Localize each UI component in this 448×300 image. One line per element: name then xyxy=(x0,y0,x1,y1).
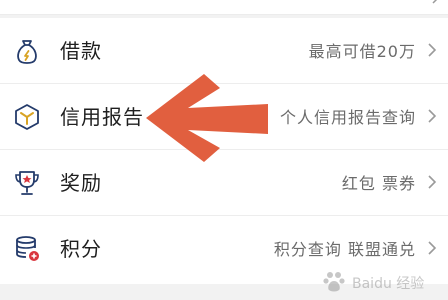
chevron-right-icon xyxy=(428,43,437,57)
menu-item-detail: 最高可借20万 xyxy=(308,42,416,61)
hexagon-report-icon xyxy=(12,102,42,132)
paw-logo-icon xyxy=(323,272,345,292)
menu-item-detail: 红包 票券 xyxy=(341,174,416,193)
menu-item-detail: 个人信用报告查询 xyxy=(279,108,416,127)
annotation-arrow-left xyxy=(146,74,268,162)
menu-item-label: 积分 xyxy=(60,237,102,261)
money-bag-icon xyxy=(12,36,42,66)
coins-stack-icon xyxy=(12,234,42,264)
menu-item-detail: 积分查询 联盟通兑 xyxy=(273,240,416,259)
chevron-right-icon xyxy=(428,109,437,123)
chevron-right-icon xyxy=(432,0,438,4)
chevron-right-icon xyxy=(428,175,437,189)
menu-item-label: 奖励 xyxy=(60,171,102,195)
menu-item-label: 信用报告 xyxy=(60,105,144,129)
previous-row-edge xyxy=(0,0,448,15)
trophy-icon xyxy=(12,168,42,198)
chevron-right-icon xyxy=(428,241,437,255)
menu-item-label: 借款 xyxy=(60,39,102,63)
baidu-watermark: Baidu 经验 xyxy=(322,270,442,296)
watermark-text: Baidu 经验 xyxy=(352,276,425,292)
